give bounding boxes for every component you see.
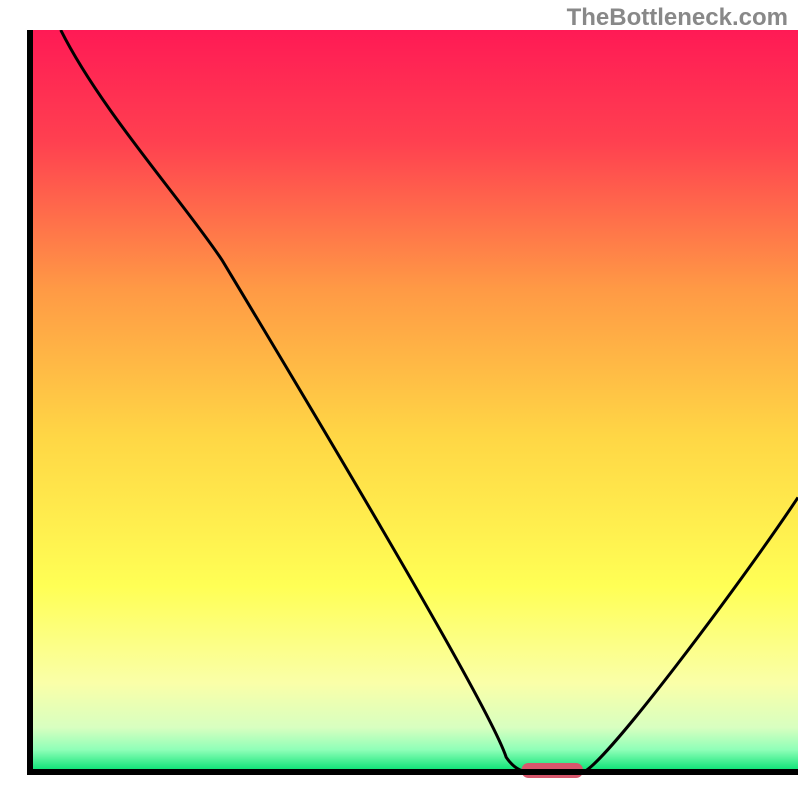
watermark: TheBottleneck.com <box>567 4 788 32</box>
chart-background <box>30 30 798 772</box>
chart-container: TheBottleneck.com <box>0 0 800 800</box>
bottleneck-chart <box>0 0 800 800</box>
